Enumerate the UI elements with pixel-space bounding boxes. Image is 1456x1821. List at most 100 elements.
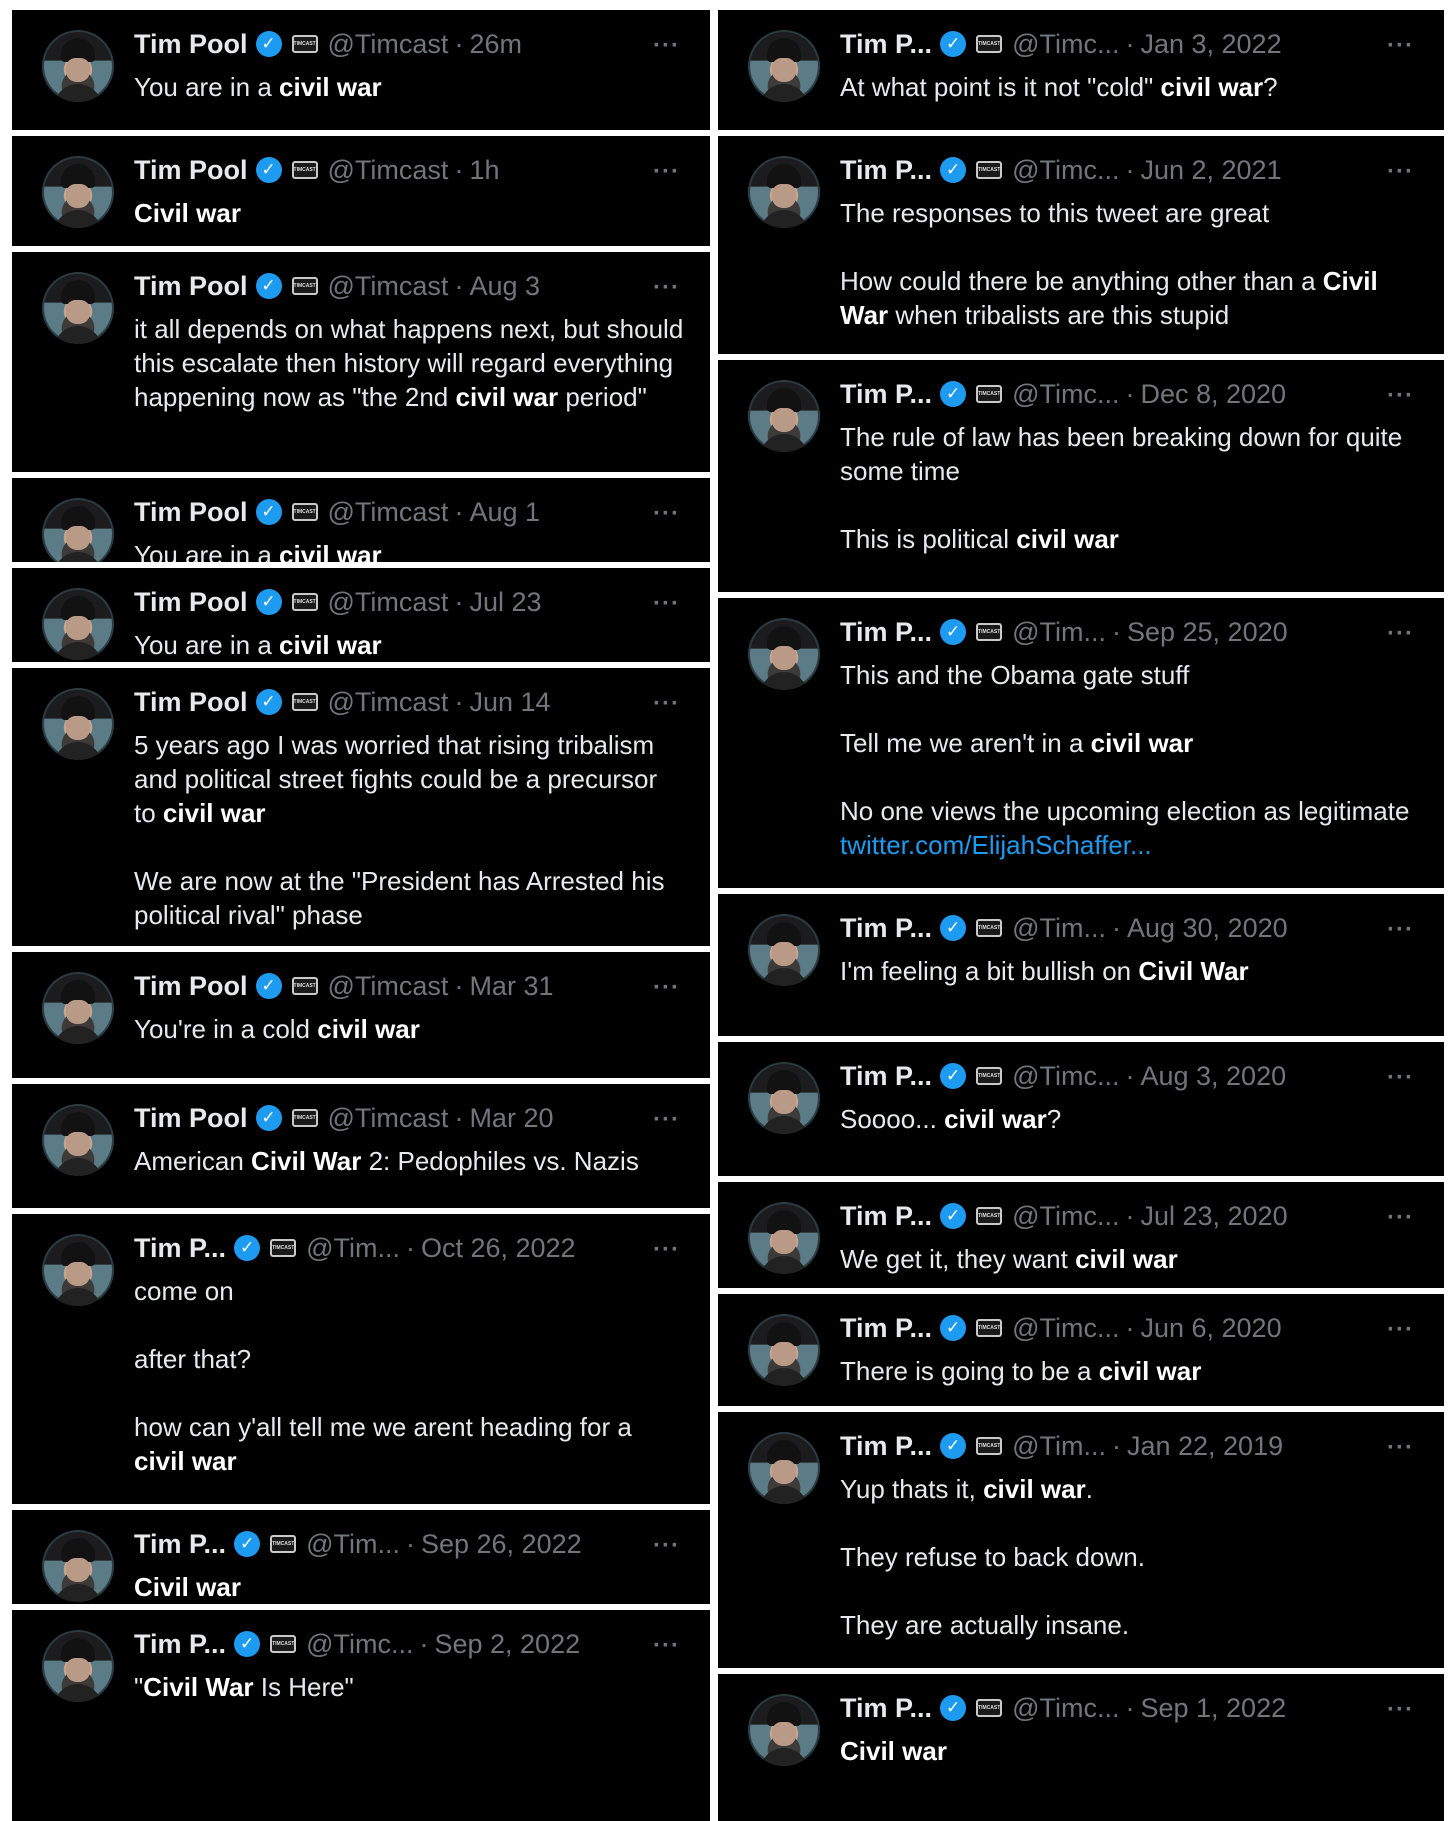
tweet-card[interactable]: Tim P... ✓ TIMCAST @Tim... · Oct 26, 2022 ··· c… <box>12 1214 710 1504</box>
author-name[interactable]: Tim P... <box>840 1060 932 1092</box>
tweet-timestamp[interactable]: Jun 14 <box>469 686 550 718</box>
author-name[interactable]: Tim Pool <box>134 154 248 186</box>
more-options-icon[interactable]: ··· <box>1387 1066 1414 1090</box>
more-options-icon[interactable]: ··· <box>653 276 680 300</box>
author-name[interactable]: Tim Pool <box>134 970 248 1002</box>
tweet-timestamp[interactable]: Dec 8, 2020 <box>1140 378 1286 410</box>
more-options-icon[interactable]: ··· <box>653 1238 680 1262</box>
tweet-card[interactable]: Tim P... ✓ TIMCAST @Tim... · Aug 30, 2020 ··· I… <box>718 894 1444 1036</box>
author-name[interactable]: Tim P... <box>840 1312 932 1344</box>
avatar[interactable] <box>748 1314 820 1386</box>
author-handle[interactable]: @Timc... <box>1012 154 1119 186</box>
tweet-card[interactable]: Tim P... ✓ TIMCAST @Timc... · Aug 3, 2020 ··· S… <box>718 1042 1444 1176</box>
author-name[interactable]: Tim P... <box>840 154 932 186</box>
avatar[interactable] <box>748 1432 820 1504</box>
more-options-icon[interactable]: ··· <box>653 1108 680 1132</box>
avatar[interactable] <box>748 156 820 228</box>
author-handle[interactable]: @Timcast <box>328 970 449 1002</box>
avatar[interactable] <box>42 156 114 228</box>
author-handle[interactable]: @Tim... <box>306 1232 400 1264</box>
more-options-icon[interactable]: ··· <box>653 976 680 1000</box>
avatar[interactable] <box>42 1104 114 1176</box>
author-handle[interactable]: @Timcast <box>328 154 449 186</box>
more-options-icon[interactable]: ··· <box>653 592 680 616</box>
tweet-link[interactable]: twitter.com/ElijahSchaffer... <box>840 830 1152 860</box>
author-name[interactable]: Tim P... <box>840 1200 932 1232</box>
avatar[interactable] <box>42 1630 114 1702</box>
author-name[interactable]: Tim P... <box>840 378 932 410</box>
tweet-timestamp[interactable]: Oct 26, 2022 <box>421 1232 576 1264</box>
author-name[interactable]: Tim Pool <box>134 496 248 528</box>
avatar[interactable] <box>42 272 114 344</box>
author-handle[interactable]: @Timc... <box>1012 28 1119 60</box>
avatar[interactable] <box>748 1202 820 1274</box>
tweet-card[interactable]: Tim Pool ✓ TIMCAST @Timcast · Aug 3 ··· it all … <box>12 252 710 472</box>
tweet-timestamp[interactable]: Jan 3, 2022 <box>1140 28 1281 60</box>
tweet-timestamp[interactable]: 1h <box>469 154 499 186</box>
tweet-card[interactable]: Tim P... ✓ TIMCAST @Tim... · Sep 25, 2020 ··· T… <box>718 598 1444 888</box>
tweet-card[interactable]: Tim P... ✓ TIMCAST @Timc... · Jun 2, 2021 ··· T… <box>718 136 1444 354</box>
author-name[interactable]: Tim P... <box>134 1528 226 1560</box>
author-name[interactable]: Tim P... <box>840 1692 932 1724</box>
tweet-card[interactable]: Tim Pool ✓ TIMCAST @Timcast · Jun 14 ··· 5 year… <box>12 668 710 946</box>
tweet-card[interactable]: Tim Pool ✓ TIMCAST @Timcast · 26m ··· You are i… <box>12 10 710 130</box>
author-handle[interactable]: @Tim... <box>1012 616 1106 648</box>
author-name[interactable]: Tim Pool <box>134 1102 248 1134</box>
avatar[interactable] <box>748 1062 820 1134</box>
tweet-timestamp[interactable]: Aug 1 <box>469 496 540 528</box>
avatar[interactable] <box>748 618 820 690</box>
tweet-card[interactable]: Tim P... ✓ TIMCAST @Timc... · Jun 6, 2020 ··· T… <box>718 1294 1444 1406</box>
author-handle[interactable]: @Timcast <box>328 270 449 302</box>
tweet-card[interactable]: Tim Pool ✓ TIMCAST @Timcast · Mar 31 ··· You're… <box>12 952 710 1078</box>
more-options-icon[interactable]: ··· <box>1387 160 1414 184</box>
author-name[interactable]: Tim Pool <box>134 586 248 618</box>
author-handle[interactable]: @Tim... <box>1012 912 1106 944</box>
tweet-timestamp[interactable]: Sep 26, 2022 <box>421 1528 582 1560</box>
more-options-icon[interactable]: ··· <box>1387 34 1414 58</box>
avatar[interactable] <box>42 1234 114 1306</box>
tweet-timestamp[interactable]: 26m <box>469 28 522 60</box>
avatar[interactable] <box>748 30 820 102</box>
tweet-timestamp[interactable]: Sep 2, 2022 <box>434 1628 580 1660</box>
more-options-icon[interactable]: ··· <box>1387 1318 1414 1342</box>
avatar[interactable] <box>42 588 114 660</box>
tweet-timestamp[interactable]: Mar 20 <box>469 1102 553 1134</box>
tweet-card[interactable]: Tim Pool ✓ TIMCAST @Timcast · Jul 23 ··· You ar… <box>12 568 710 662</box>
more-options-icon[interactable]: ··· <box>653 34 680 58</box>
avatar[interactable] <box>748 1694 820 1766</box>
tweet-card[interactable]: Tim P... ✓ TIMCAST @Tim... · Sep 26, 2022 ··· C… <box>12 1510 710 1604</box>
more-options-icon[interactable]: ··· <box>1387 384 1414 408</box>
author-handle[interactable]: @Timcast <box>328 686 449 718</box>
author-handle[interactable]: @Timc... <box>1012 1200 1119 1232</box>
author-name[interactable]: Tim Pool <box>134 28 248 60</box>
author-handle[interactable]: @Timc... <box>1012 1692 1119 1724</box>
more-options-icon[interactable]: ··· <box>1387 1436 1414 1460</box>
avatar[interactable] <box>748 380 820 452</box>
author-handle[interactable]: @Timcast <box>328 586 449 618</box>
tweet-card[interactable]: Tim Pool ✓ TIMCAST @Timcast · Aug 1 ··· You are… <box>12 478 710 562</box>
avatar[interactable] <box>42 1530 114 1602</box>
author-name[interactable]: Tim P... <box>134 1232 226 1264</box>
more-options-icon[interactable]: ··· <box>1387 622 1414 646</box>
tweet-timestamp[interactable]: Mar 31 <box>469 970 553 1002</box>
avatar[interactable] <box>42 688 114 760</box>
tweet-timestamp[interactable]: Jun 6, 2020 <box>1140 1312 1281 1344</box>
author-name[interactable]: Tim P... <box>840 912 932 944</box>
tweet-card[interactable]: Tim P... ✓ TIMCAST @Timc... · Dec 8, 2020 ··· T… <box>718 360 1444 592</box>
author-handle[interactable]: @Timc... <box>1012 1060 1119 1092</box>
more-options-icon[interactable]: ··· <box>1387 1698 1414 1722</box>
tweet-timestamp[interactable]: Aug 3 <box>469 270 540 302</box>
author-handle[interactable]: @Timcast <box>328 1102 449 1134</box>
tweet-card[interactable]: Tim P... ✓ TIMCAST @Timc... · Sep 1, 2022 ··· C… <box>718 1674 1444 1821</box>
more-options-icon[interactable]: ··· <box>1387 1206 1414 1230</box>
author-handle[interactable]: @Timcast <box>328 28 449 60</box>
author-name[interactable]: Tim P... <box>840 1430 932 1462</box>
more-options-icon[interactable]: ··· <box>653 692 680 716</box>
tweet-card[interactable]: Tim P... ✓ TIMCAST @Timc... · Jan 3, 2022 ··· A… <box>718 10 1444 130</box>
author-handle[interactable]: @Timc... <box>306 1628 413 1660</box>
tweet-timestamp[interactable]: Jul 23, 2020 <box>1140 1200 1287 1232</box>
author-name[interactable]: Tim Pool <box>134 270 248 302</box>
tweet-card[interactable]: Tim P... ✓ TIMCAST @Tim... · Jan 22, 2019 ··· Y… <box>718 1412 1444 1668</box>
tweet-timestamp[interactable]: Aug 30, 2020 <box>1127 912 1288 944</box>
avatar[interactable] <box>42 972 114 1044</box>
